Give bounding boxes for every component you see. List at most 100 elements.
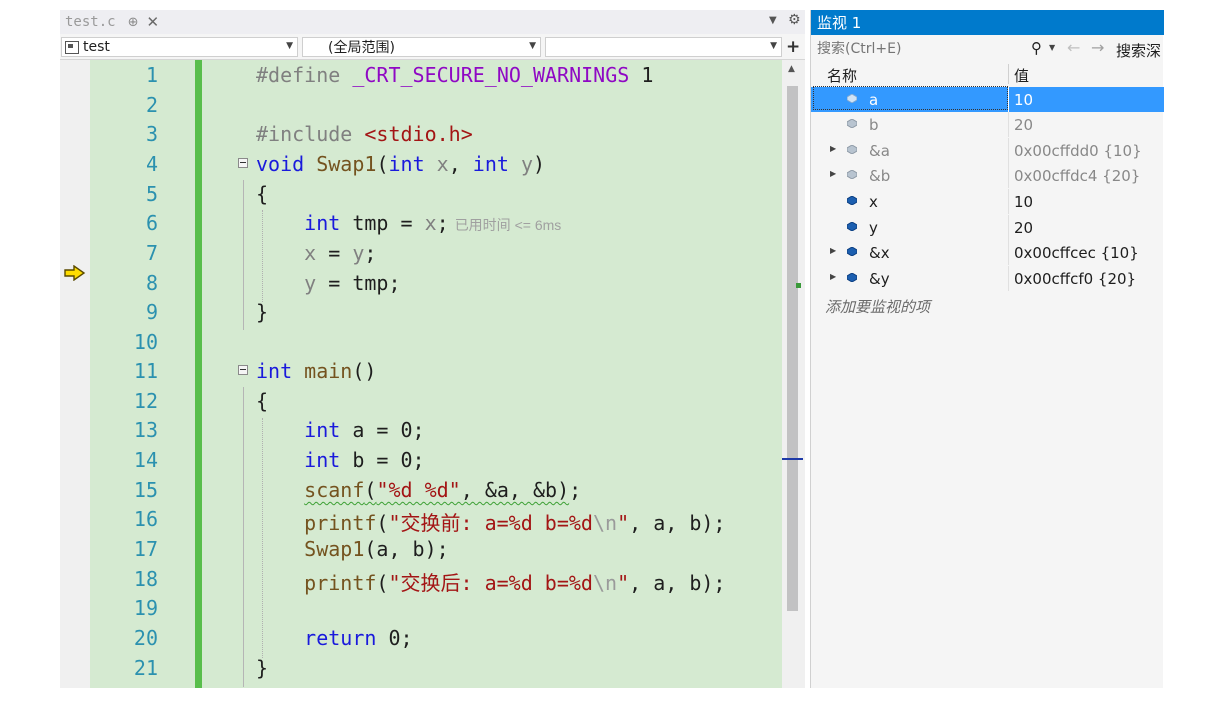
tab-test-c[interactable]: test.c ⊕ ✕ — [60, 10, 172, 34]
split-window-icon[interactable]: + — [786, 37, 800, 57]
watch-value[interactable]: 20 — [1014, 219, 1033, 237]
watch-row[interactable]: ▶ &a 0x00cffdd0 {10} — [811, 138, 1164, 163]
code-line: 16 printf("交换前: a=%d b=%d\n", a, b); — [90, 504, 782, 535]
close-icon[interactable]: ✕ — [146, 13, 159, 31]
perf-tip[interactable]: 已用时间 <= 6ms — [455, 217, 562, 233]
tab-title: test.c — [65, 14, 116, 30]
watch-row[interactable]: b 20 — [811, 112, 1164, 137]
chevron-down-icon: ▼ — [529, 41, 536, 51]
line-number: 17 — [133, 537, 158, 561]
member-combo[interactable]: ▼ — [545, 37, 782, 57]
arrow-right-icon[interactable]: → — [1091, 38, 1104, 57]
gear-icon[interactable]: ⚙ — [788, 12, 801, 28]
code-line: 6 int tmp = x; 已用时间 <= 6ms — [90, 208, 782, 238]
code-text: void Swap1(int x, int y) — [256, 152, 546, 176]
code-editor: test.c ⊕ ✕ ▼ ⚙ test ▼ (全局范围) ▼ ▼ + 1 #de… — [60, 10, 805, 688]
watch-value[interactable]: 20 — [1014, 116, 1033, 134]
code-line: 20 return 0; — [90, 623, 782, 653]
expand-icon[interactable]: ▶ — [830, 246, 836, 255]
code-text: int tmp = x; 已用时间 <= 6ms — [304, 211, 562, 235]
scroll-up-icon[interactable]: ▲ — [788, 64, 795, 74]
watch-row[interactable]: y 20 — [811, 215, 1164, 240]
watch-value[interactable]: 0x00cffcec {10} — [1014, 244, 1139, 262]
search-depth-label[interactable]: 搜索深 — [1116, 40, 1161, 61]
scope-combo-value: (全局范围) — [328, 40, 395, 56]
code-line: 9 } — [90, 297, 782, 327]
vertical-scrollbar[interactable]: ▲ — [782, 60, 805, 688]
caret-position-marker — [782, 458, 803, 460]
pin-icon[interactable]: ⊕ — [128, 15, 139, 30]
watch-row[interactable]: x 10 — [811, 189, 1164, 214]
scope-combo[interactable]: (全局范围) ▼ — [302, 37, 541, 57]
add-watch-item[interactable]: 添加要监视的项 — [825, 296, 930, 317]
code-line: 17 Swap1(a, b); — [90, 534, 782, 564]
chevron-down-icon[interactable]: ▼ — [1049, 43, 1055, 52]
glyph-margin[interactable] — [60, 60, 90, 688]
code-text: } — [256, 300, 269, 324]
code-line: 21 } — [90, 653, 782, 683]
variable-icon — [847, 273, 857, 282]
column-divider[interactable] — [1008, 64, 1009, 84]
line-number: 7 — [145, 241, 158, 265]
line-number: 16 — [133, 507, 158, 531]
column-divider — [1008, 240, 1009, 265]
expand-icon[interactable]: ▶ — [830, 144, 836, 153]
search-input[interactable] — [813, 38, 1051, 59]
line-number: 4 — [145, 152, 158, 176]
change-marker — [796, 283, 801, 288]
watch-value[interactable]: 0x00cffdd0 {10} — [1014, 142, 1142, 160]
column-divider — [1008, 215, 1009, 240]
code-line: 13 int a = 0; — [90, 415, 782, 445]
code-text: Swap1(a, b); — [304, 537, 449, 561]
variable-icon — [847, 222, 857, 231]
watch-value[interactable]: 0x00cffcf0 {20} — [1014, 270, 1136, 288]
watch-value[interactable]: 10 — [1014, 91, 1033, 109]
code-line: 1 #define _CRT_SECURE_NO_WARNINGS 1 — [90, 60, 782, 90]
code-text: int main() — [256, 359, 377, 383]
column-divider — [1008, 163, 1009, 188]
column-header-value[interactable]: 值 — [1014, 65, 1029, 86]
tab-list-dropdown-icon[interactable]: ▼ — [769, 15, 777, 26]
expand-icon[interactable]: ▶ — [830, 169, 836, 178]
expand-icon[interactable]: ▶ — [830, 272, 836, 281]
watch-value[interactable]: 10 — [1014, 193, 1033, 211]
column-divider — [1008, 112, 1009, 137]
code-text: x = y; — [304, 241, 377, 265]
collapse-toggle[interactable] — [238, 158, 248, 168]
scrollbar-thumb[interactable] — [787, 86, 798, 611]
line-number: 13 — [133, 418, 158, 442]
watch-value[interactable]: 0x00cffdc4 {20} — [1014, 167, 1140, 185]
watch-row[interactable]: ▶ &x 0x00cffcec {10} — [811, 240, 1164, 265]
chevron-down-icon: ▼ — [770, 41, 777, 51]
code-line: 7 x = y; — [90, 238, 782, 268]
code-line: 8 y = tmp; — [90, 268, 782, 298]
code-line: 5 { — [90, 179, 782, 209]
code-text: y = tmp; — [304, 271, 401, 295]
search-icon[interactable]: ⚲ — [1031, 39, 1042, 57]
code-text: #include <stdio.h> — [256, 122, 473, 146]
code-line: 12 { — [90, 386, 782, 416]
project-combo[interactable]: test ▼ — [61, 37, 298, 57]
code-line: 15 scanf("%d %d", &a, &b); — [90, 475, 782, 505]
line-number: 15 — [133, 478, 158, 502]
column-divider — [1008, 189, 1009, 214]
code-line: 10 — [90, 327, 782, 357]
focus-rectangle — [813, 86, 1008, 110]
line-number: 1 — [145, 63, 158, 87]
code-text: printf("交换后: a=%d b=%d\n", a, b); — [304, 571, 726, 595]
project-icon — [65, 40, 79, 54]
watch-window: 监视 1 ⚲ ▼ ← → 搜索深 名称 值 a 10 b 20 ▶ &a 0x0… — [810, 10, 1164, 688]
variable-icon — [847, 170, 857, 179]
line-number: 3 — [145, 122, 158, 146]
watch-title-bar[interactable]: 监视 1 — [811, 10, 1164, 35]
code-text: int b = 0; — [304, 448, 425, 472]
code-text-area[interactable]: 1 #define _CRT_SECURE_NO_WARNINGS 1 2 3 … — [90, 60, 782, 688]
column-header-name[interactable]: 名称 — [827, 65, 857, 86]
watch-row[interactable]: ▶ &b 0x00cffdc4 {20} — [811, 163, 1164, 188]
collapse-toggle[interactable] — [238, 365, 248, 375]
code-line: 18 printf("交换后: a=%d b=%d\n", a, b); — [90, 564, 782, 595]
watch-row[interactable]: ▶ &y 0x00cffcf0 {20} — [811, 266, 1164, 291]
arrow-left-icon[interactable]: ← — [1067, 38, 1080, 57]
column-divider — [1008, 138, 1009, 163]
variable-icon — [847, 145, 857, 154]
